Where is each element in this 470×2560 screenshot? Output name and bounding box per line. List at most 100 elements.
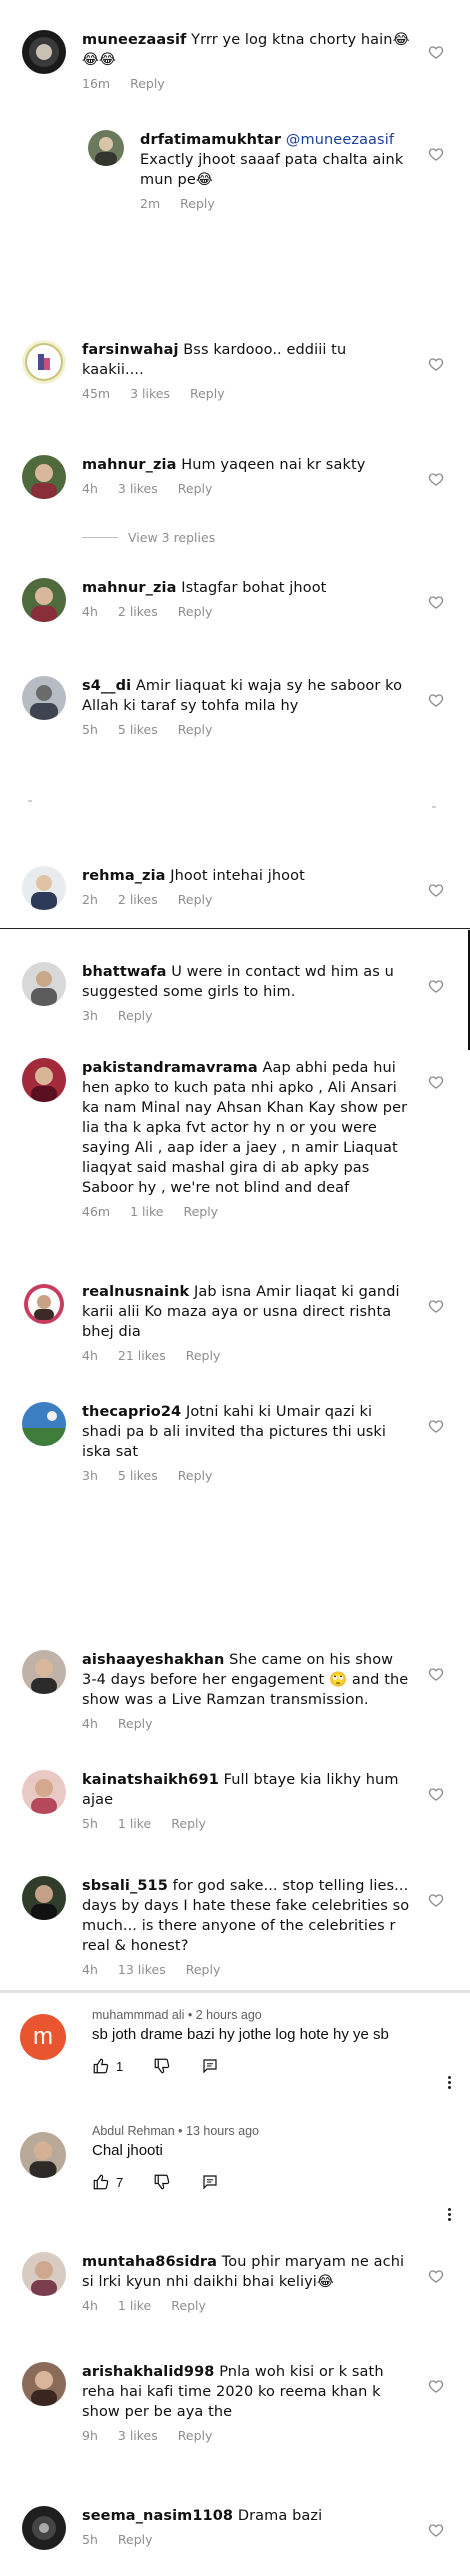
comment-username[interactable]: thecaprio24 <box>82 1404 181 1420</box>
comment-username[interactable]: mahnur_zia <box>82 580 176 596</box>
heart-icon[interactable] <box>428 1666 444 1682</box>
comment-username[interactable]: muneezaasif <box>82 32 186 48</box>
reply-button[interactable]: Reply <box>118 2532 153 2547</box>
reply-button[interactable]: Reply <box>178 604 213 619</box>
reply-button[interactable]: Reply <box>130 76 165 91</box>
like-count[interactable]: 21 likes <box>118 1348 166 1363</box>
reply-button[interactable] <box>201 2173 219 2191</box>
reply-button[interactable]: Reply <box>186 1962 221 1977</box>
heart-icon[interactable] <box>428 692 444 708</box>
avatar[interactable] <box>22 1058 66 1102</box>
heart-icon[interactable] <box>428 44 444 60</box>
heart-icon[interactable] <box>428 2378 444 2394</box>
like-count[interactable]: 1 like <box>130 1204 163 1219</box>
comment-username[interactable]: aishaayeshakhan <box>82 1652 224 1668</box>
heart-icon[interactable] <box>428 146 444 162</box>
comment-username[interactable]: pakistandramavrama <box>82 1060 258 1076</box>
avatar[interactable] <box>22 578 66 622</box>
like-count[interactable]: 1 like <box>118 1816 151 1831</box>
avatar[interactable] <box>22 2506 66 2550</box>
kebab-icon[interactable] <box>448 2074 452 2091</box>
like-button[interactable]: 1 <box>92 2057 123 2075</box>
heart-icon[interactable] <box>428 882 444 898</box>
avatar[interactable]: m <box>20 2014 66 2060</box>
avatar[interactable] <box>22 1650 66 1694</box>
thumbs-up-icon <box>92 2173 110 2191</box>
comment-username[interactable]: mahnur_zia <box>82 457 176 473</box>
heart-icon[interactable] <box>428 1418 444 1434</box>
view-replies-button[interactable]: View 3 replies <box>82 530 215 545</box>
comment-username[interactable]: rehma_zia <box>82 868 166 884</box>
comment-time: 2 hours ago <box>195 2008 262 2022</box>
reply-button[interactable]: Reply <box>178 1468 213 1483</box>
comment-username[interactable]: realnusnaink <box>82 1284 189 1300</box>
reply-button[interactable]: Reply <box>171 2298 206 2313</box>
avatar[interactable] <box>22 866 66 910</box>
kebab-icon[interactable] <box>448 2206 452 2223</box>
avatar[interactable] <box>22 340 66 384</box>
comment-username[interactable]: seema_nasim1108 <box>82 2508 233 2524</box>
heart-icon[interactable] <box>428 1892 444 1908</box>
reply-button[interactable]: Reply <box>180 196 215 211</box>
divider <box>0 1990 470 1993</box>
like-count[interactable]: 1 like <box>118 2298 151 2313</box>
comment-author[interactable]: Abdul Rehman <box>92 2124 175 2138</box>
like-count[interactable]: 3 likes <box>118 2428 158 2443</box>
avatar[interactable] <box>22 1770 66 1814</box>
reply-button[interactable]: Reply <box>186 1348 221 1363</box>
comment-author[interactable]: muhammmad ali <box>92 2008 184 2022</box>
avatar[interactable] <box>22 30 66 74</box>
separator: • <box>184 2008 196 2022</box>
reply-button[interactable]: Reply <box>178 892 213 907</box>
reply-button[interactable]: Reply <box>178 481 213 496</box>
heart-icon[interactable] <box>428 594 444 610</box>
comment-username[interactable]: drfatimamukhtar <box>140 132 281 148</box>
heart-icon[interactable] <box>428 356 444 372</box>
avatar[interactable] <box>88 130 124 166</box>
heart-icon[interactable] <box>428 471 444 487</box>
avatar[interactable] <box>22 1402 66 1446</box>
heart-icon[interactable] <box>428 1074 444 1090</box>
avatar[interactable] <box>22 676 66 720</box>
like-count[interactable]: 5 likes <box>118 722 158 737</box>
comment-username[interactable]: bhattwafa <box>82 964 167 980</box>
like-count[interactable]: 3 likes <box>118 481 158 496</box>
reply-button[interactable]: Reply <box>190 386 225 401</box>
avatar[interactable] <box>22 2252 66 2296</box>
like-count[interactable]: 2 likes <box>118 604 158 619</box>
heart-icon[interactable] <box>428 1786 444 1802</box>
reply-button[interactable]: Reply <box>183 1204 218 1219</box>
avatar[interactable] <box>20 2132 66 2178</box>
avatar[interactable] <box>22 2362 66 2406</box>
comment-username[interactable]: kainatshaikh691 <box>82 1772 219 1788</box>
separator: • <box>174 2124 187 2138</box>
comment-username[interactable]: muntaha86sidra <box>82 2254 217 2270</box>
like-count[interactable]: 2 likes <box>118 892 158 907</box>
reply-button[interactable]: Reply <box>118 1008 153 1023</box>
heart-icon[interactable] <box>428 1298 444 1314</box>
comment-username[interactable]: arishakhalid998 <box>82 2364 214 2380</box>
comment-username[interactable]: sbsali_515 <box>82 1878 168 1894</box>
mention-link[interactable]: @muneezaasif <box>286 132 394 148</box>
like-button[interactable]: 7 <box>92 2173 123 2191</box>
like-count[interactable]: 3 likes <box>130 386 170 401</box>
avatar[interactable] <box>22 1876 66 1920</box>
thumbs-up-icon <box>92 2057 110 2075</box>
heart-icon[interactable] <box>428 2268 444 2284</box>
dislike-button[interactable] <box>153 2057 171 2075</box>
heart-icon[interactable] <box>428 978 444 994</box>
reply-button[interactable]: Reply <box>118 1716 153 1731</box>
reply-button[interactable] <box>201 2057 219 2075</box>
reply-button[interactable]: Reply <box>178 2428 213 2443</box>
reply-button[interactable]: Reply <box>171 1816 206 1831</box>
avatar[interactable] <box>22 962 66 1006</box>
comment-username[interactable]: s4__di <box>82 678 131 694</box>
avatar[interactable] <box>22 455 66 499</box>
reply-button[interactable]: Reply <box>178 722 213 737</box>
avatar[interactable] <box>22 1282 66 1326</box>
dislike-button[interactable] <box>153 2173 171 2191</box>
comment-username[interactable]: farsinwahaj <box>82 342 179 358</box>
like-count[interactable]: 13 likes <box>118 1962 166 1977</box>
heart-icon[interactable] <box>428 2522 444 2538</box>
like-count[interactable]: 5 likes <box>118 1468 158 1483</box>
